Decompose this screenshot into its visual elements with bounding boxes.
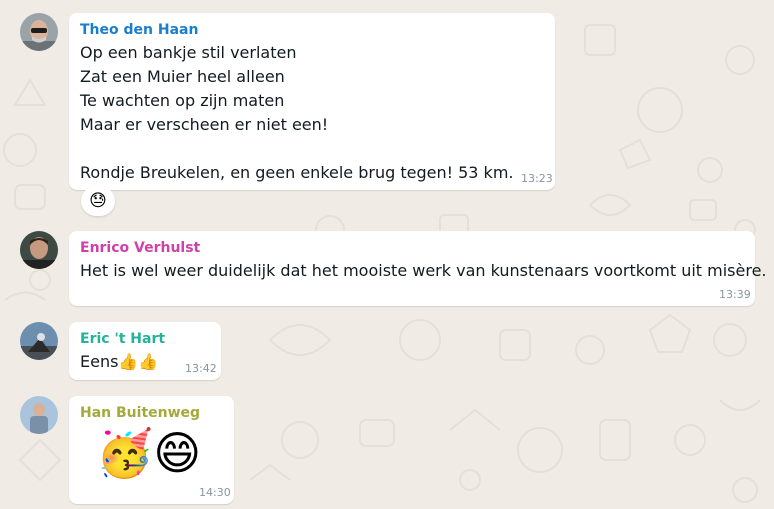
message-time: 13:39 [719,288,751,301]
message-text: Het is wel weer duidelijk dat het mooist… [80,261,767,280]
avatar-han[interactable] [20,396,58,434]
sender-name[interactable]: Enrico Verhulst [80,240,200,256]
emoji-message: 🥳😄 [96,426,202,480]
message-text: Op een bankje stil verlaten Zat een Muie… [80,43,514,182]
sender-name[interactable]: Eric 't Hart [80,331,165,347]
message-text: Eens👍👍 [80,352,159,371]
message-time: 14:30 [199,486,231,499]
avatar-eric[interactable] [20,322,58,360]
avatar-theo[interactable] [20,13,58,51]
message-time: 13:23 [521,172,553,185]
message-time: 13:42 [185,362,217,375]
reaction-badge[interactable]: 😓 [81,186,115,216]
avatar-enrico[interactable] [20,231,58,269]
sender-name[interactable]: Theo den Haan [80,22,198,38]
sender-name[interactable]: Han Buitenweg [80,405,200,421]
